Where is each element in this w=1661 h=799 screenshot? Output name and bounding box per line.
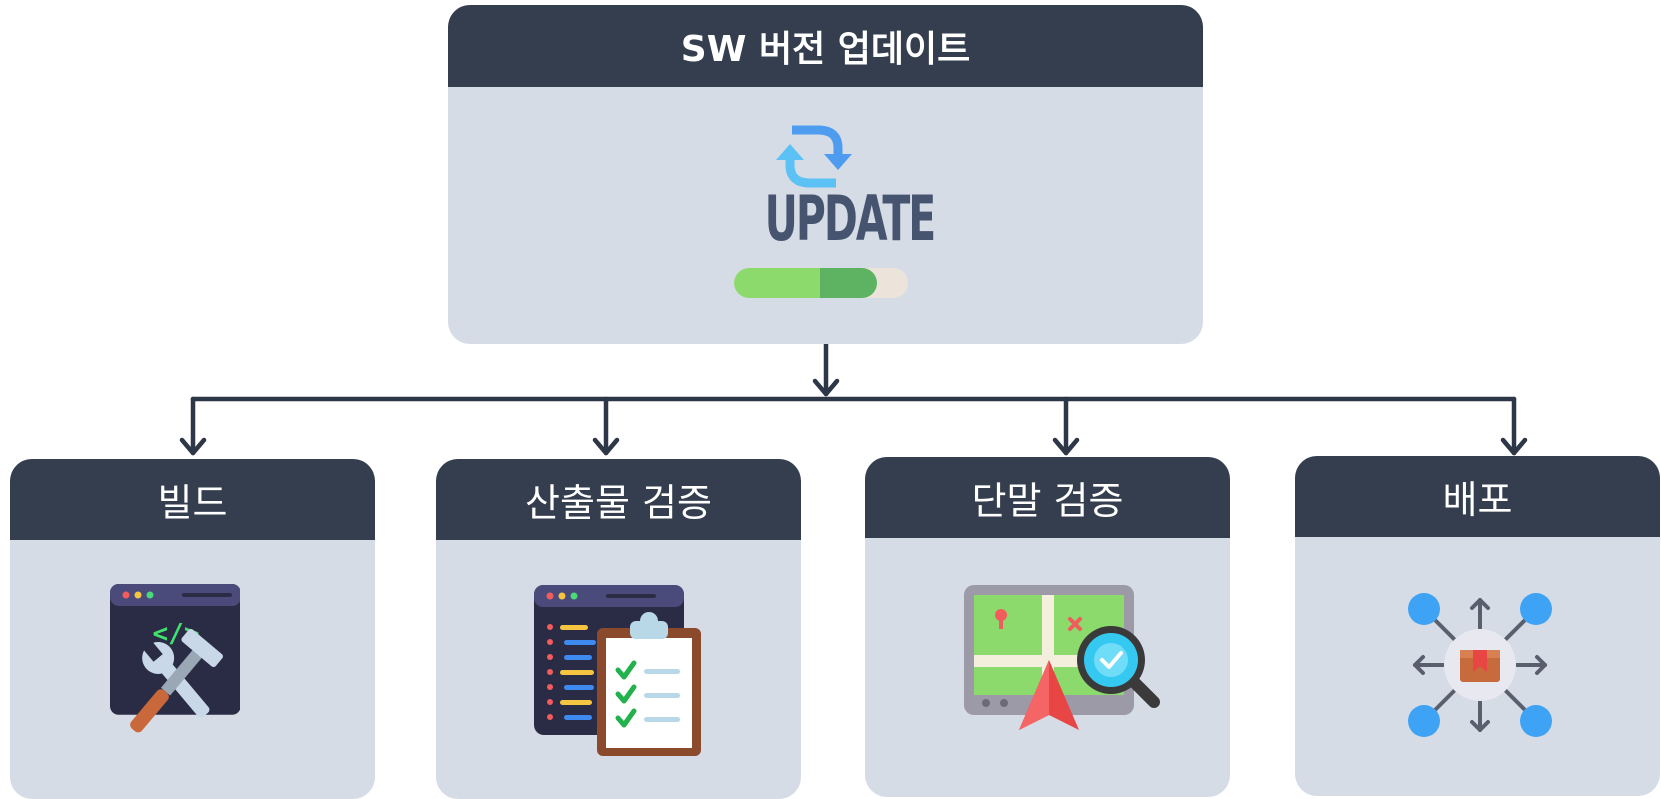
update-icon: UPDATE (734, 118, 937, 298)
refresh-arrows-icon (776, 125, 852, 188)
checklist-clipboard-icon (534, 585, 704, 764)
distribution-icon (1405, 588, 1555, 747)
map-inspection-icon (964, 585, 1174, 739)
build-tools-icon: </> (110, 584, 241, 763)
step-card-header: 빌드 (10, 459, 375, 540)
step-card-header: 배포 (1295, 456, 1660, 537)
step-label: 산출물 검증 (525, 481, 712, 525)
step-card-build: 빌드 </> (10, 459, 375, 799)
step-label: 단말 검증 (971, 479, 1124, 523)
step-card-header: 산출물 검증 (436, 459, 801, 540)
update-progress-fill (734, 268, 877, 298)
step-card-device-verification: 단말 검증 (865, 457, 1230, 797)
update-icon-text: UPDATE (764, 182, 937, 255)
update-card-header: SW 버전 업데이트 (448, 5, 1203, 87)
step-card-output-verification: 산출물 검증 (436, 459, 801, 799)
step-label: 빌드 (157, 481, 228, 525)
step-label: 배포 (1442, 478, 1513, 522)
update-title: SW 버전 업데이트 (680, 29, 971, 70)
update-progress-bar (734, 268, 908, 298)
step-card-header: 단말 검증 (865, 457, 1230, 538)
update-card: SW 버전 업데이트 UPDATE (448, 5, 1203, 344)
step-card-deployment: 배포 (1295, 456, 1660, 796)
